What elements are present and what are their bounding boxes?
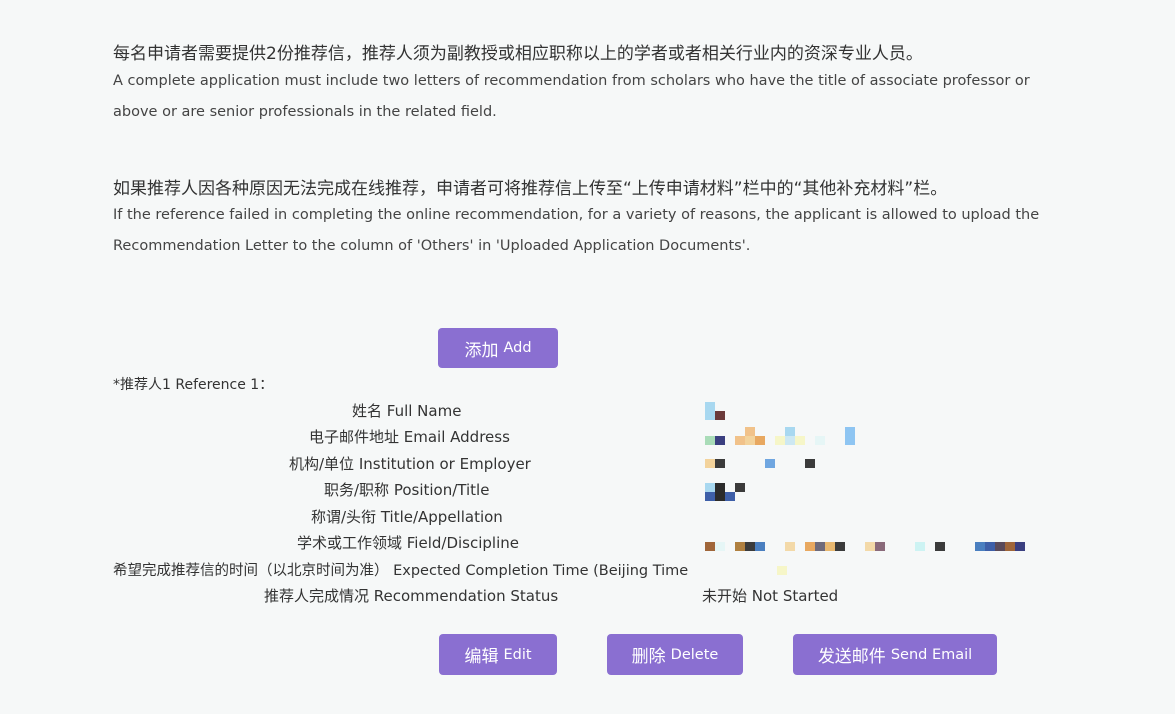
intro-paragraph-1-cn: 每名申请者需要提供2份推荐信，推荐人须为副教授或相应职称以上的学者或者相关行业内… bbox=[113, 44, 923, 64]
send-email-button[interactable]: 发送邮件 Send Email bbox=[793, 634, 997, 675]
full-name-value-redacted bbox=[705, 402, 725, 420]
appellation-label: 称谓/头衔 Title/Appellation bbox=[311, 508, 503, 526]
send-email-button-label-en: Send Email bbox=[890, 646, 973, 663]
send-email-button-label-cn: 发送邮件 bbox=[817, 647, 886, 667]
add-button-label-en: Add bbox=[503, 340, 532, 356]
position-value-redacted bbox=[705, 483, 745, 501]
status-label: 推荐人完成情况 Recommendation Status bbox=[264, 587, 559, 605]
email-value-redacted bbox=[705, 427, 855, 445]
edit-button[interactable]: 编辑 Edit bbox=[439, 634, 557, 675]
institution-value-redacted bbox=[705, 459, 815, 468]
edit-button-label-cn: 编辑 bbox=[464, 647, 499, 667]
delete-button-label-cn: 删除 bbox=[631, 647, 666, 667]
intro-paragraph-1-en-line-1: A complete application must include two … bbox=[113, 73, 1030, 89]
intro-paragraph-2-en-line-2: Recommendation Letter to the column of '… bbox=[113, 238, 751, 254]
delete-button-label-en: Delete bbox=[670, 646, 719, 663]
intro-paragraph-1-en-line-2: above or are senior professionals in the… bbox=[113, 104, 497, 120]
email-label: 电子邮件地址 Email Address bbox=[309, 428, 510, 446]
position-label: 职务/职称 Position/Title bbox=[324, 481, 490, 499]
status-value: 未开始 Not Started bbox=[702, 587, 839, 605]
field-discipline-label: 学术或工作领域 Field/Discipline bbox=[297, 534, 519, 552]
add-button-label-cn: 添加 bbox=[464, 340, 499, 361]
institution-label: 机构/单位 Institution or Employer bbox=[289, 455, 531, 473]
full-name-label: 姓名 Full Name bbox=[352, 402, 462, 420]
field-discipline-value-redacted bbox=[705, 542, 1025, 551]
edit-button-label-en: Edit bbox=[503, 646, 532, 663]
delete-button[interactable]: 删除 Delete bbox=[607, 634, 743, 675]
intro-paragraph-2-en-line-1: If the reference failed in completing th… bbox=[113, 207, 1040, 223]
completion-time-value-redacted bbox=[777, 566, 787, 575]
add-reference-button[interactable]: 添加 Add bbox=[438, 328, 558, 368]
completion-time-label: 希望完成推荐信的时间（以北京时间为准） Expected Completion … bbox=[113, 563, 689, 579]
reference-1-title: *推荐人1 Reference 1： bbox=[113, 377, 274, 393]
intro-paragraph-2-cn: 如果推荐人因各种原因无法完成在线推荐，申请者可将推荐信上传至“上传申请材料”栏中… bbox=[113, 179, 948, 199]
